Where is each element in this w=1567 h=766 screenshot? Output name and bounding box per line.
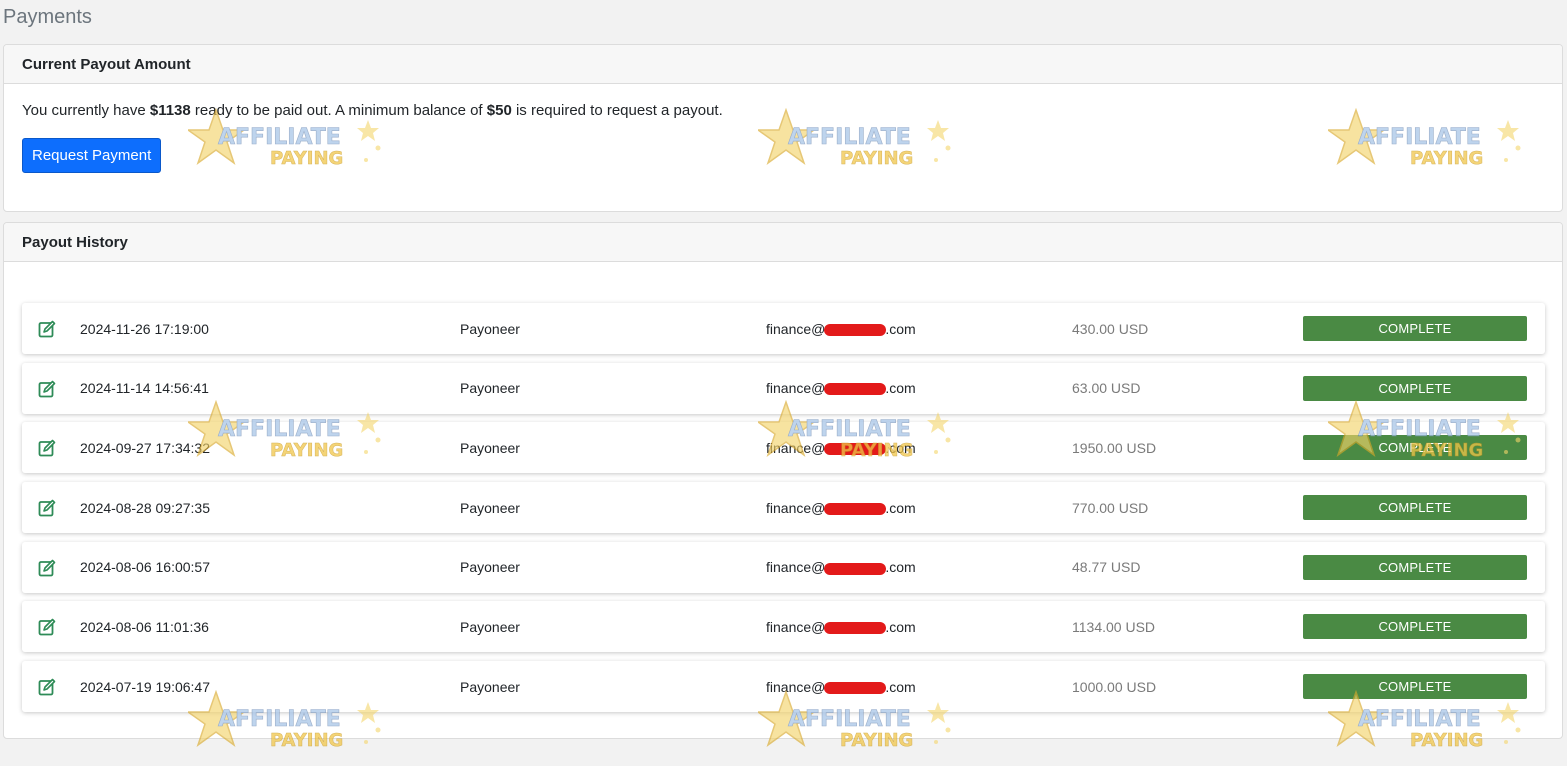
email-prefix: finance@ [766,439,826,456]
payout-amount-value: 430.00 USD [1072,320,1149,337]
status-badge: COMPLETE [1303,316,1527,341]
payout-history-list: 2024-11-26 17:19:00 Payoneer finance@ .co… [22,303,1545,721]
payout-amount-value: 1134.00 USD [1072,618,1156,635]
payout-amount: $1138 [149,102,191,119]
payout-email: finance@ .com [766,559,916,575]
payout-date: 2024-08-28 09:27:35 [80,499,210,516]
redaction-mark [824,681,887,694]
email-suffix: .com [885,678,916,695]
redaction-mark [824,443,887,456]
email-suffix: .com [885,380,916,397]
payout-email: finance@ .com [766,500,916,516]
payout-date: 2024-09-27 17:34:32 [80,439,210,456]
email-suffix: .com [885,320,916,337]
email-prefix: finance@ [766,559,826,576]
email-suffix: .com [885,499,916,516]
payout-text-before: You currently have [22,102,150,119]
status-badge: COMPLETE [1303,674,1527,700]
payout-date: 2024-08-06 16:00:57 [80,559,210,576]
email-prefix: finance@ [766,678,826,695]
payout-minimum: $50 [486,102,512,119]
request-payment-button[interactable]: Request Payment [22,138,162,173]
email-suffix: .com [885,439,916,456]
email-prefix: finance@ [766,320,826,337]
payout-amount-value: 1950.00 USD [1072,439,1157,456]
payout-method: Payoneer [460,678,520,695]
payout-method: Payoneer [460,439,520,456]
payout-email: finance@ .com [766,321,916,337]
table-row: 2024-11-26 17:19:00 Payoneer finance@ .co… [22,303,1545,354]
status-badge: COMPLETE [1303,495,1527,521]
status-badge: COMPLETE [1303,614,1527,640]
edit-icon[interactable] [38,380,56,398]
redaction-mark [824,622,887,635]
payout-amount-value: 48.77 USD [1072,559,1141,576]
edit-icon[interactable] [38,320,56,338]
payout-amount-value: 63.00 USD [1072,380,1141,397]
payout-history-header: Payout History [4,223,1562,262]
redaction-mark [824,383,887,396]
edit-icon[interactable] [38,499,56,517]
page-title: Payments [3,6,92,28]
payout-method: Payoneer [460,559,520,576]
table-row: 2024-08-06 11:01:36 Payoneer finance@ .co… [22,601,1545,653]
current-payout-header: Current Payout Amount [4,45,1562,84]
payout-amount-value: 770.00 USD [1072,499,1149,516]
payout-date: 2024-11-14 14:56:41 [80,380,209,397]
payout-email: finance@ .com [766,679,916,695]
email-prefix: finance@ [766,499,826,516]
table-row: 2024-08-06 16:00:57 Payoneer finance@ .co… [22,541,1545,593]
payout-method: Payoneer [460,380,520,397]
email-prefix: finance@ [766,380,826,397]
current-payout-card: Current Payout Amount You currently have… [3,44,1563,212]
table-row: 2024-09-27 17:34:32 Payoneer finance@ .co… [22,422,1545,474]
redaction-mark [824,562,887,575]
table-row: 2024-08-28 09:27:35 Payoneer finance@ .co… [22,482,1545,534]
table-row: 2024-07-19 19:06:47 Payoneer finance@ .co… [22,661,1545,713]
redaction-mark [824,502,887,515]
payout-method: Payoneer [460,618,520,635]
payout-amount-value: 1000.00 USD [1072,678,1157,695]
payout-message: You currently have $1138 ready to be pai… [22,102,1544,119]
edit-icon[interactable] [38,618,56,636]
payout-date: 2024-07-19 19:06:47 [80,678,210,695]
payout-email: finance@ .com [766,619,916,635]
edit-icon[interactable] [38,678,56,696]
payout-method: Payoneer [460,499,520,516]
payout-email: finance@ .com [766,380,916,396]
status-badge: COMPLETE [1303,375,1527,401]
payout-email: finance@ .com [766,440,916,456]
edit-icon[interactable] [38,559,56,577]
email-suffix: .com [885,559,916,576]
payout-text-after: is required to request a payout. [511,102,723,119]
status-badge: COMPLETE [1303,554,1527,580]
table-row: 2024-11-14 14:56:41 Payoneer finance@ .co… [22,362,1545,414]
email-suffix: .com [885,618,916,635]
redaction-mark [824,323,887,336]
payout-text-middle: ready to be paid out. A minimum balance … [190,102,487,119]
payout-method: Payoneer [460,320,520,337]
payout-date: 2024-11-26 17:19:00 [80,320,209,337]
email-prefix: finance@ [766,618,826,635]
edit-icon[interactable] [38,439,56,457]
status-badge: COMPLETE [1303,435,1527,461]
payout-date: 2024-08-06 11:01:36 [80,618,209,635]
payout-history-card: Payout History 2024-11-26 17:19:00 Payon… [3,222,1563,739]
